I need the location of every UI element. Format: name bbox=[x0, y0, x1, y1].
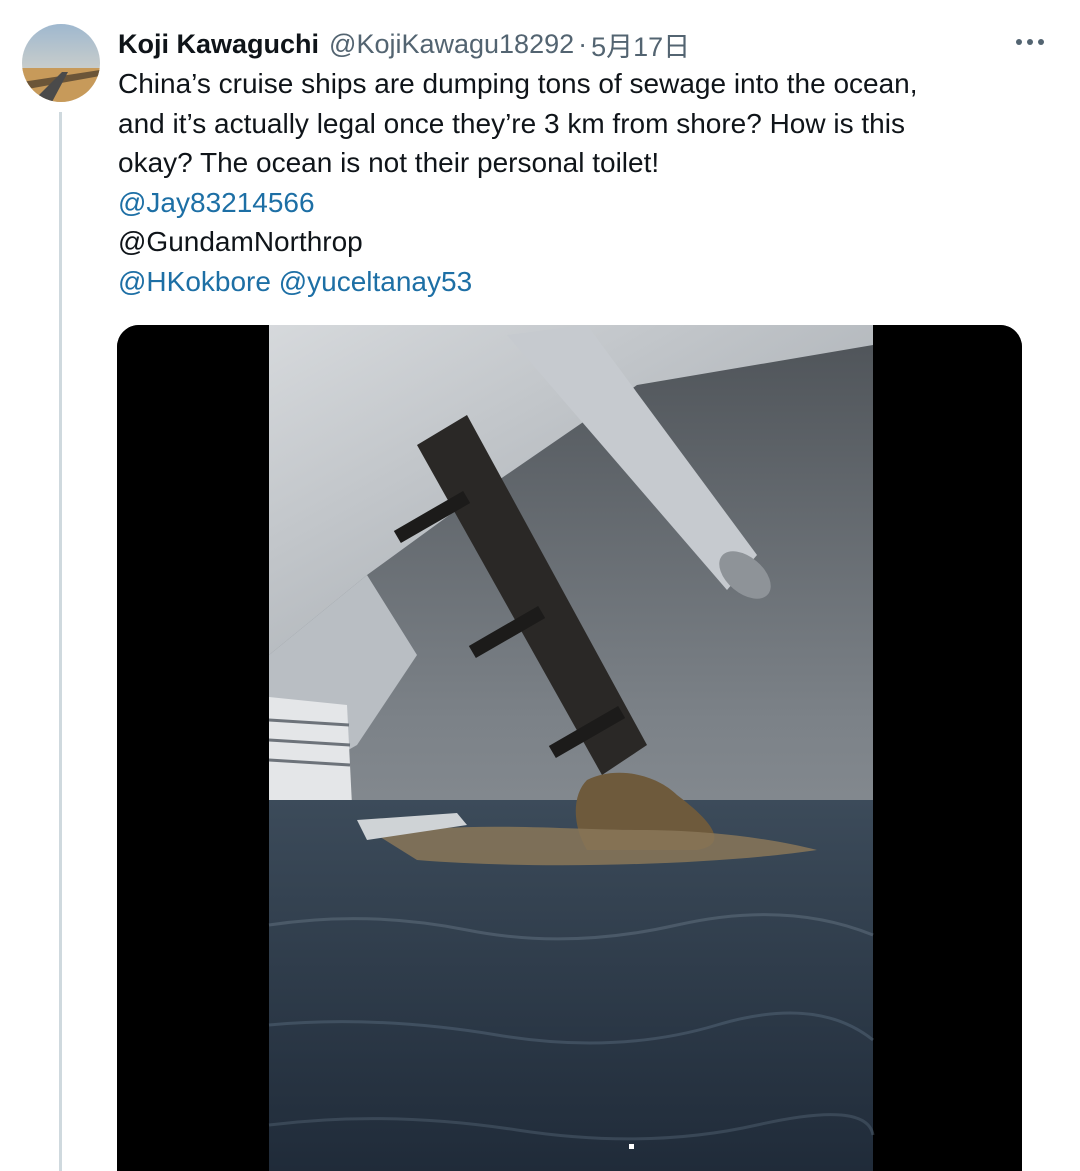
separator-dot: · bbox=[578, 28, 588, 59]
tweet-text-line: China’s cruise ships are dumping tons of… bbox=[118, 68, 918, 99]
avatar[interactable] bbox=[22, 24, 100, 102]
tweet-date[interactable]: 5月17日 bbox=[591, 25, 690, 64]
tweet-card[interactable]: Koji Kawaguchi @KojiKawagu18292 · 5月17日 … bbox=[0, 0, 1080, 1171]
author-handle[interactable]: @KojiKawagu18292 bbox=[329, 29, 574, 60]
author-name[interactable]: Koji Kawaguchi bbox=[118, 29, 319, 60]
thread-line bbox=[59, 112, 62, 1171]
tweet-text-line: okay? The ocean is not their personal to… bbox=[118, 147, 660, 178]
video-media[interactable] bbox=[117, 325, 1022, 1171]
tweet-header: Koji Kawaguchi @KojiKawagu18292 · 5月17日 bbox=[118, 26, 1050, 62]
mention-link[interactable]: @yuceltanay53 bbox=[279, 266, 472, 297]
mention-text: @GundamNorthrop bbox=[118, 226, 363, 257]
video-frame bbox=[268, 325, 875, 1171]
mention-link[interactable]: @HKokbore bbox=[118, 266, 271, 297]
mention-link[interactable]: @Jay83214566 bbox=[118, 187, 315, 218]
more-icon[interactable] bbox=[1010, 24, 1050, 60]
tweet-text: China’s cruise ships are dumping tons of… bbox=[118, 64, 1038, 301]
video-progress-indicator bbox=[629, 1144, 634, 1149]
tweet-text-line: and it’s actually legal once they’re 3 k… bbox=[118, 107, 905, 139]
